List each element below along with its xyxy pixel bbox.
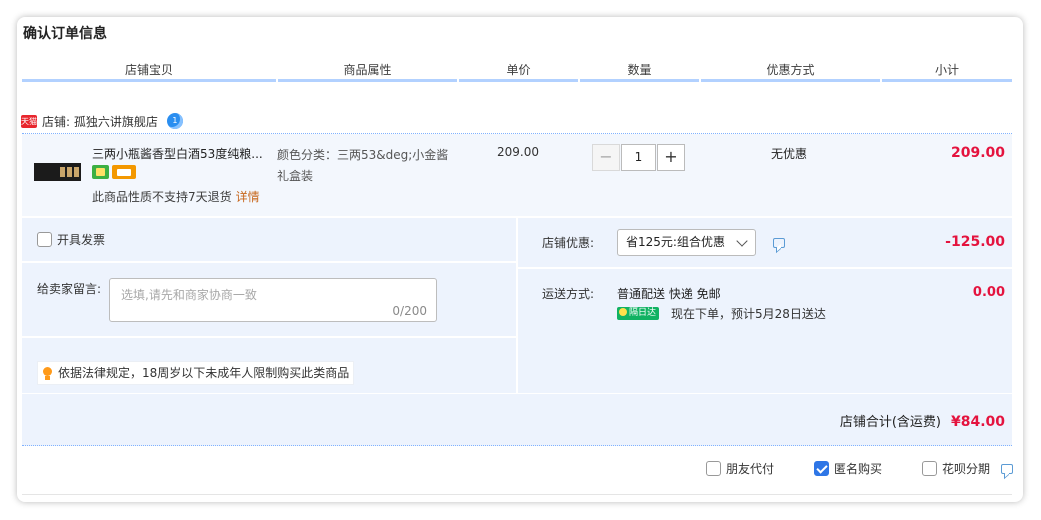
quantity-stepper: − 1 + (592, 144, 685, 171)
discount-info-icon[interactable] (773, 237, 785, 251)
huabei-label: 花呗分期 (941, 462, 990, 476)
column-header-attr: 商品属性 (278, 60, 457, 82)
order-confirm-card: 确认订单信息 店铺宝贝 商品属性 单价 数量 优惠方式 小计 天猫 店铺: 孤独… (17, 17, 1023, 502)
shipping-method: 普通配送 快递 免邮 (617, 287, 721, 301)
law-notice-text: 依据法律规定，18周岁以下未成年人限制购买此类商品 (58, 366, 350, 380)
huabei-installment-option[interactable]: 花呗分期 (921, 460, 1013, 477)
huabei-checkbox[interactable] (921, 461, 937, 476)
anonymous-option[interactable]: 匿名购买 (813, 460, 882, 477)
shop-total-value: ¥84.00 (950, 414, 1005, 430)
comment-icon (773, 238, 785, 248)
column-header-subtotal: 小计 (882, 60, 1012, 82)
comment-icon[interactable] (1001, 463, 1013, 474)
return-policy-text: 此商品性质不支持7天退货 (92, 190, 232, 204)
shop-discount-amount: -125.00 (945, 234, 1005, 250)
details-link[interactable]: 详情 (236, 190, 260, 204)
friend-pay-checkbox[interactable] (705, 461, 721, 476)
delivery-info: 隔日达 现在下单，预计5月28日送达 (617, 305, 826, 322)
product-thumbnail[interactable] (34, 163, 81, 181)
shop-name[interactable]: 店铺: 孤独六讲旗舰店 (42, 113, 158, 130)
item-subtotal: 209.00 (950, 145, 1005, 161)
shop-total-label: 店铺合计(含运费) (839, 415, 941, 430)
anonymous-checkbox[interactable] (813, 461, 829, 476)
decrease-button[interactable]: − (592, 144, 620, 171)
shop-row: 天猫 店铺: 孤独六讲旗舰店 1 (21, 110, 183, 132)
law-notice: 依据法律规定，18周岁以下未成年人限制购买此类商品 (37, 361, 355, 385)
shipping-fee: 0.00 (972, 285, 1005, 300)
chevron-down-icon (736, 235, 748, 247)
message-input[interactable]: 选填,请先和商家协商一致 0/200 (109, 278, 437, 322)
column-header-qty: 数量 (580, 60, 699, 82)
column-header-discount: 优惠方式 (701, 60, 880, 82)
message-counter: 0/200 (392, 304, 427, 318)
payment-options: 朋友代付 匿名购买 花呗分期 (705, 460, 1013, 477)
shop-discount-select[interactable]: 省125元:组合优惠 (617, 229, 756, 256)
friend-pay-label: 朋友代付 (725, 462, 774, 476)
invoice-checkbox[interactable] (37, 232, 52, 247)
lightning-icon (619, 308, 627, 316)
column-header-item: 店铺宝贝 (22, 60, 276, 82)
quantity-input[interactable]: 1 (621, 144, 656, 171)
wangwang-chat-icon[interactable]: 1 (166, 113, 183, 129)
product-attribute: 颜色分类：三两53&deg;小金酱礼盒装 (277, 148, 449, 183)
increase-button[interactable]: + (657, 144, 685, 171)
card-badge-icon (112, 165, 136, 179)
divider (22, 494, 1012, 495)
next-day-badge: 隔日达 (617, 307, 660, 320)
page-title: 确认订单信息 (23, 26, 107, 42)
product-name[interactable]: 三两小瓶酱香型白酒53度纯粮... (92, 145, 263, 162)
shop-total: 店铺合计(含运费) ¥84.00 (840, 411, 1005, 430)
service-badge-icon (92, 165, 109, 179)
column-header-price: 单价 (459, 60, 578, 82)
message-label: 给卖家留言: (37, 282, 102, 296)
unit-price: 209.00 (497, 145, 539, 159)
shop-discount-label: 店铺优惠: (542, 236, 595, 250)
anonymous-label: 匿名购买 (833, 462, 882, 476)
friend-pay-option[interactable]: 朋友代付 (705, 460, 774, 477)
message-placeholder: 选填,请先和商家协商一致 (121, 288, 257, 302)
invoice-option[interactable]: 开具发票 (37, 231, 105, 248)
shop-discount-selected: 省125元:组合优惠 (626, 235, 725, 249)
tmall-icon: 天猫 (21, 114, 37, 128)
invoice-label: 开具发票 (57, 233, 106, 247)
lightbulb-icon (43, 367, 52, 380)
return-policy-note: 此商品性质不支持7天退货 详情 (92, 188, 260, 205)
next-day-label: 隔日达 (629, 308, 657, 318)
delivery-eta: 现在下单，预计5月28日送达 (671, 307, 826, 321)
shipping-label: 运送方式: (542, 287, 595, 301)
discount-method: 无优惠 (771, 147, 808, 161)
